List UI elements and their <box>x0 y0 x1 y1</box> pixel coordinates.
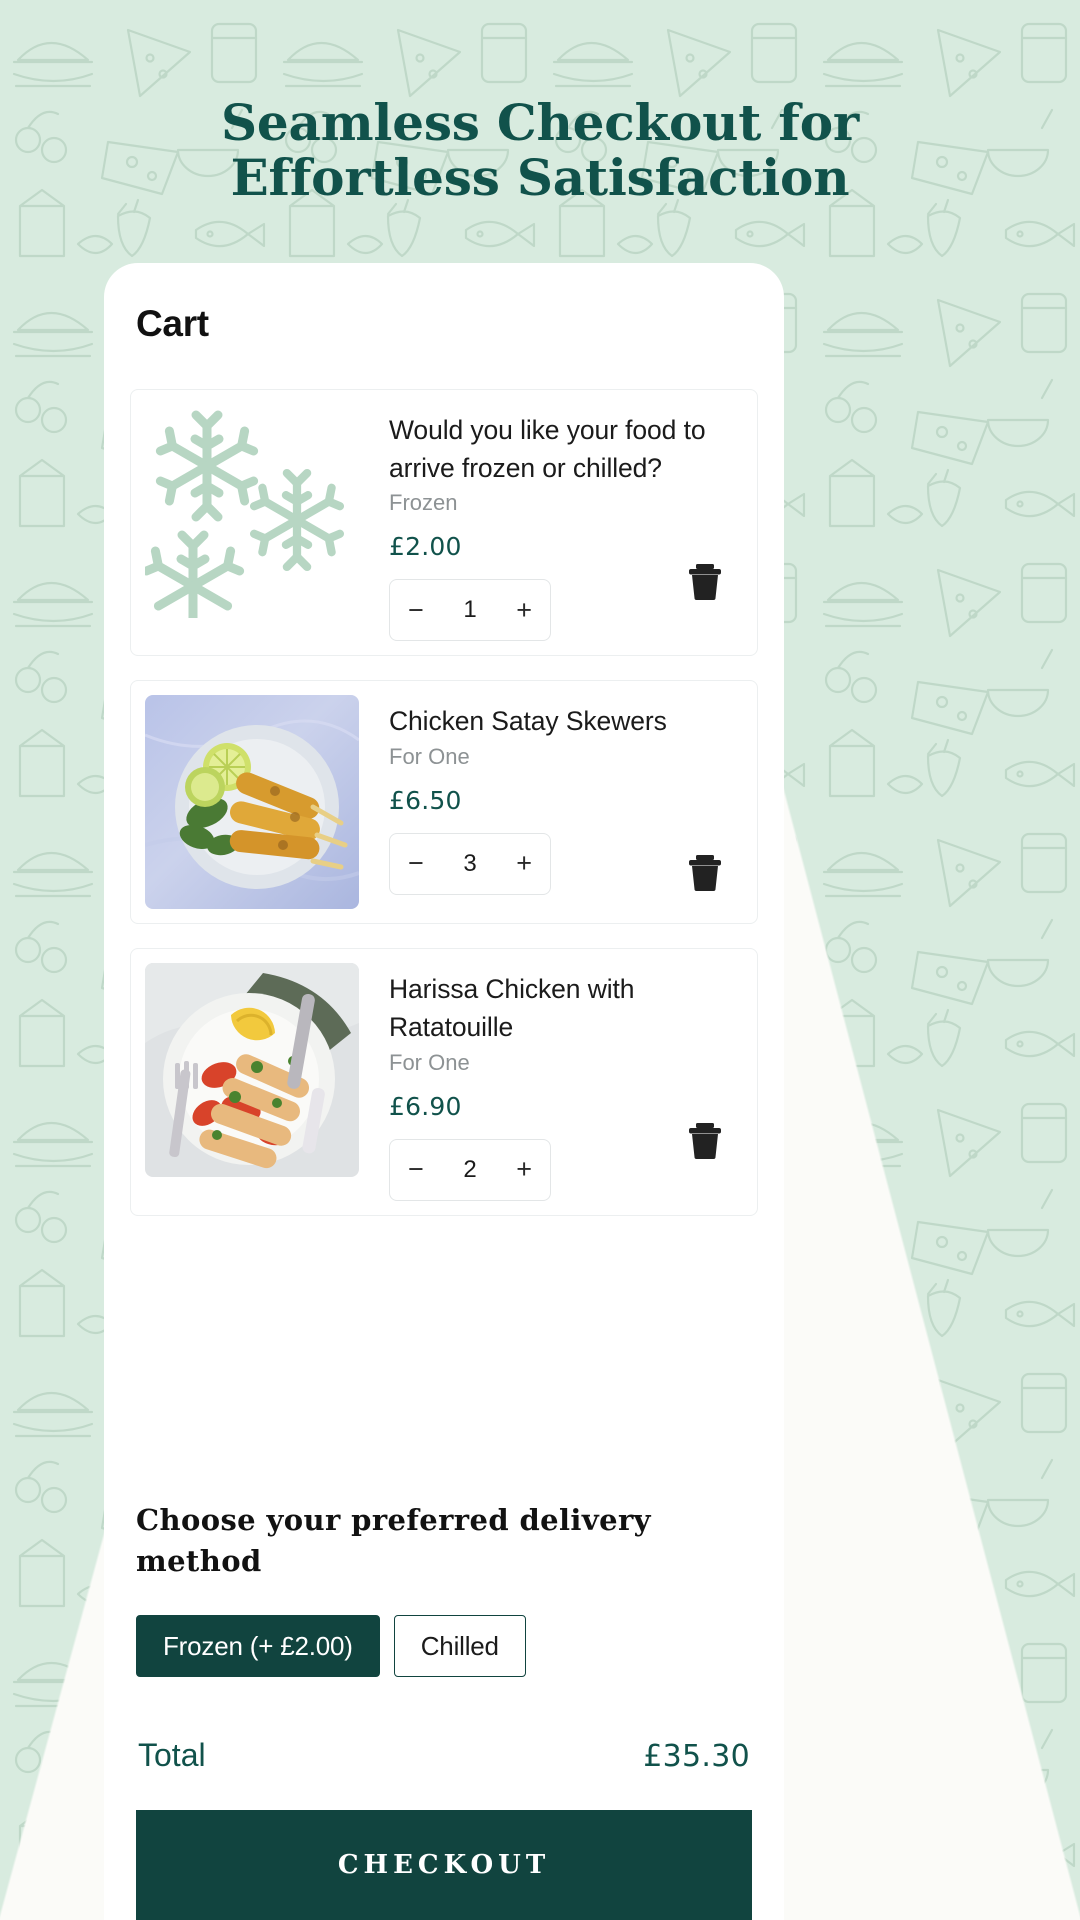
cart-item-chicken-satay[interactable]: Chicken Satay Skewers For One £6.50 − 3 … <box>130 680 758 925</box>
delivery-option-frozen[interactable]: Frozen (+ £2.00) <box>136 1615 380 1677</box>
increment-button[interactable]: + <box>516 850 532 877</box>
item-price: £2.00 <box>389 532 462 562</box>
item-name: Would you like your food to arrive froze… <box>389 415 706 483</box>
total-row: Total £35.30 <box>136 1737 752 1774</box>
delivery-option-chilled[interactable]: Chilled <box>393 1615 526 1677</box>
delivery-method-options: Frozen (+ £2.00) Chilled <box>136 1615 752 1677</box>
item-photo-chicken-satay <box>145 695 359 910</box>
item-details: Chicken Satay Skewers For One £6.50 − 3 … <box>359 695 743 895</box>
trash-icon[interactable] <box>687 1121 723 1160</box>
trash-icon[interactable] <box>687 853 723 892</box>
quantity-stepper[interactable]: − 1 + <box>389 579 551 642</box>
cart-title: Cart <box>136 303 209 344</box>
item-details: Would you like your food to arrive froze… <box>359 404 743 642</box>
item-name: Harissa Chicken with Ratatouille <box>389 974 635 1042</box>
quantity-stepper[interactable]: − 3 + <box>389 832 551 895</box>
background-wedge-right <box>780 780 1080 1920</box>
increment-button[interactable]: + <box>516 596 532 624</box>
decrement-button[interactable]: − <box>408 596 424 624</box>
total-label: Total <box>138 1737 206 1773</box>
item-details: Harissa Chicken with Ratatouille For One… <box>359 963 743 1201</box>
delivery-method-heading: Choose your preferred delivery method <box>136 1502 651 1579</box>
item-variant: For One <box>389 1049 470 1075</box>
item-variant: For One <box>389 743 470 769</box>
item-photo-harissa-chicken <box>145 963 359 1178</box>
cart-item-frozen-option[interactable]: Would you like your food to arrive froze… <box>130 389 758 657</box>
cart-items-list: Would you like your food to arrive froze… <box>104 345 784 1216</box>
cart-item-harissa-chicken[interactable]: Harissa Chicken with Ratatouille For One… <box>130 948 758 1216</box>
decrement-button[interactable]: − <box>408 1156 424 1183</box>
trash-icon[interactable] <box>687 562 723 600</box>
item-name: Chicken Satay Skewers <box>389 706 667 737</box>
total-value: £35.30 <box>643 1739 750 1774</box>
checkout-bottom-sheet: Choose your preferred delivery method Fr… <box>104 1463 784 1920</box>
page-headline: Seamless Checkout for Effortless Satisfa… <box>221 93 859 207</box>
item-variant: Frozen <box>389 490 458 516</box>
snowflake-icon <box>145 404 359 618</box>
checkout-button[interactable]: CHECKOUT <box>136 1810 752 1920</box>
increment-button[interactable]: + <box>516 1156 532 1183</box>
item-price: £6.90 <box>389 1091 462 1121</box>
quantity-value: 3 <box>463 849 477 877</box>
quantity-stepper[interactable]: − 2 + <box>389 1138 551 1201</box>
item-price: £6.50 <box>389 785 462 815</box>
decrement-button[interactable]: − <box>408 850 424 877</box>
quantity-value: 2 <box>463 1155 477 1183</box>
quantity-value: 1 <box>463 596 477 624</box>
